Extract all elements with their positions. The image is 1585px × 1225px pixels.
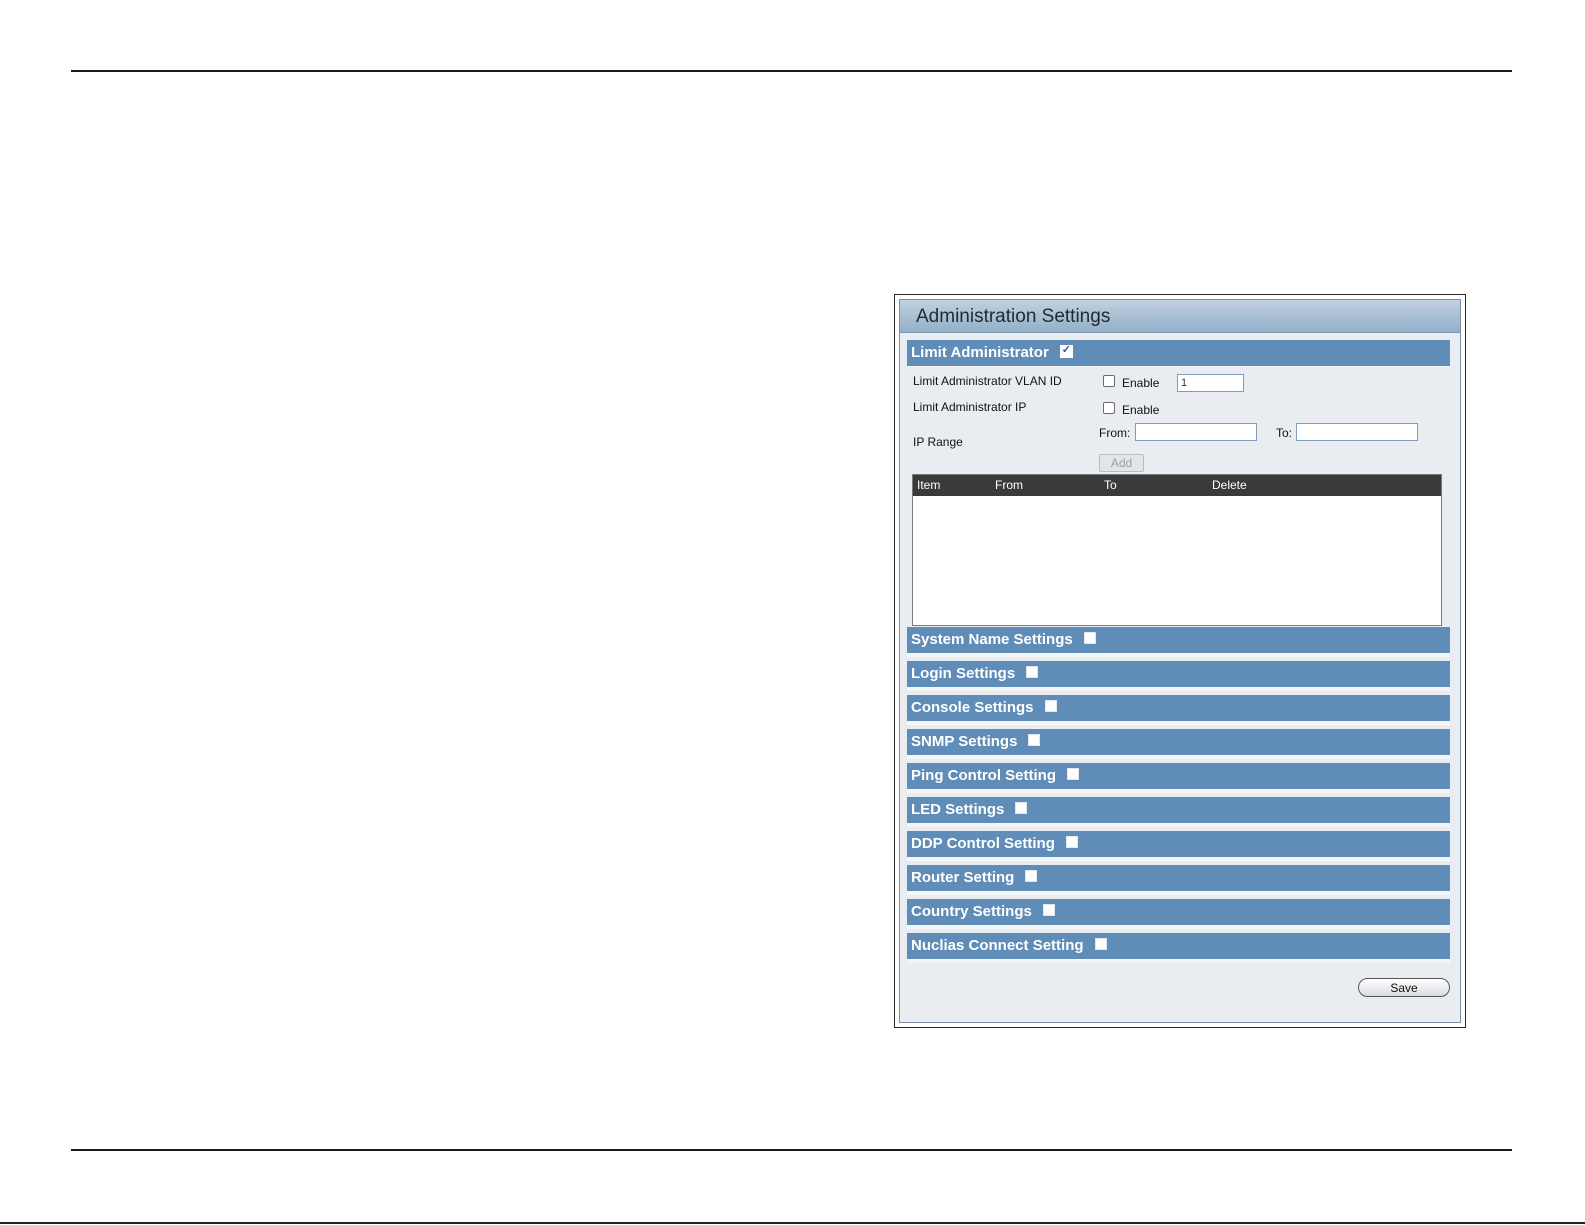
section-label: DDP Control Setting [911,835,1055,852]
section-label: Login Settings [911,665,1016,682]
vlan-enable-label: Enable [1122,376,1160,390]
section-label: SNMP Settings [911,733,1018,750]
section-label: Country Settings [911,903,1032,920]
section-checkbox[interactable] [1026,666,1039,679]
vlan-enable-checkbox[interactable] [1103,375,1115,387]
section-checkbox[interactable] [1025,870,1038,883]
column-to: To [1104,478,1117,492]
column-delete: Delete [1212,478,1247,492]
section-nuclias-connect-setting[interactable]: Nuclias Connect Setting [907,933,1450,963]
section-router-setting[interactable]: Router Setting [907,865,1450,895]
from-label: From: [1099,426,1131,440]
section-system-name-settings[interactable]: System Name Settings [907,627,1450,657]
check-icon: ✓ [1061,343,1072,356]
column-item: Item [917,478,941,492]
section-login-settings[interactable]: Login Settings [907,661,1450,691]
section-label: System Name Settings [911,631,1073,648]
save-button[interactable]: Save [1358,978,1450,997]
section-checkbox[interactable] [1028,734,1041,747]
vlan-id-label: Limit Administrator VLAN ID [913,374,1062,388]
section-ddp-control-setting[interactable]: DDP Control Setting [907,831,1450,861]
section-checkbox[interactable] [1083,632,1096,645]
limit-ip-label: Limit Administrator IP [913,400,1027,414]
section-checkbox[interactable] [1065,836,1078,849]
section-checkbox[interactable] [1066,768,1079,781]
section-limit-administrator[interactable]: Limit Administrator ✓ [907,340,1450,370]
table-header: Item From To Delete [913,475,1441,496]
section-label: Ping Control Setting [911,767,1056,784]
page-edge-line [0,1222,1585,1224]
panel-title: Administration Settings [916,306,1111,327]
section-checkbox[interactable] [1015,802,1028,815]
section-snmp-settings[interactable]: SNMP Settings [907,729,1450,759]
ip-from-input[interactable] [1135,423,1257,441]
top-divider [71,70,1512,72]
section-country-settings[interactable]: Country Settings [907,899,1450,929]
section-label: Limit Administrator [911,344,1049,361]
limit-administrator-content: Limit Administrator VLAN ID Enable Limit… [907,367,1450,627]
section-ping-control-setting[interactable]: Ping Control Setting [907,763,1450,793]
add-button[interactable]: Add [1099,454,1144,472]
ip-enable-label: Enable [1122,403,1160,417]
section-led-settings[interactable]: LED Settings [907,797,1450,827]
panel-body: Administration Settings Limit Administra… [899,299,1461,1023]
ip-enable-checkbox[interactable] [1103,402,1115,414]
ip-to-input[interactable] [1296,423,1418,441]
section-label: Router Setting [911,869,1015,886]
section-label: Console Settings [911,699,1034,716]
section-label: LED Settings [911,801,1005,818]
section-checkbox[interactable] [1044,700,1057,713]
administration-settings-panel: Administration Settings Limit Administra… [894,294,1466,1028]
bottom-divider [71,1149,1512,1151]
limit-administrator-checkbox[interactable]: ✓ [1059,343,1073,358]
ip-range-label: IP Range [913,435,963,449]
column-from: From [995,478,1023,492]
section-console-settings[interactable]: Console Settings [907,695,1450,725]
panel-header: Administration Settings [900,300,1460,333]
vlan-id-input[interactable] [1177,374,1244,392]
section-checkbox[interactable] [1042,904,1055,917]
to-label: To: [1276,426,1293,440]
ip-range-table: Item From To Delete [912,474,1442,626]
section-label: Nuclias Connect Setting [911,937,1084,954]
section-checkbox[interactable] [1094,938,1107,951]
